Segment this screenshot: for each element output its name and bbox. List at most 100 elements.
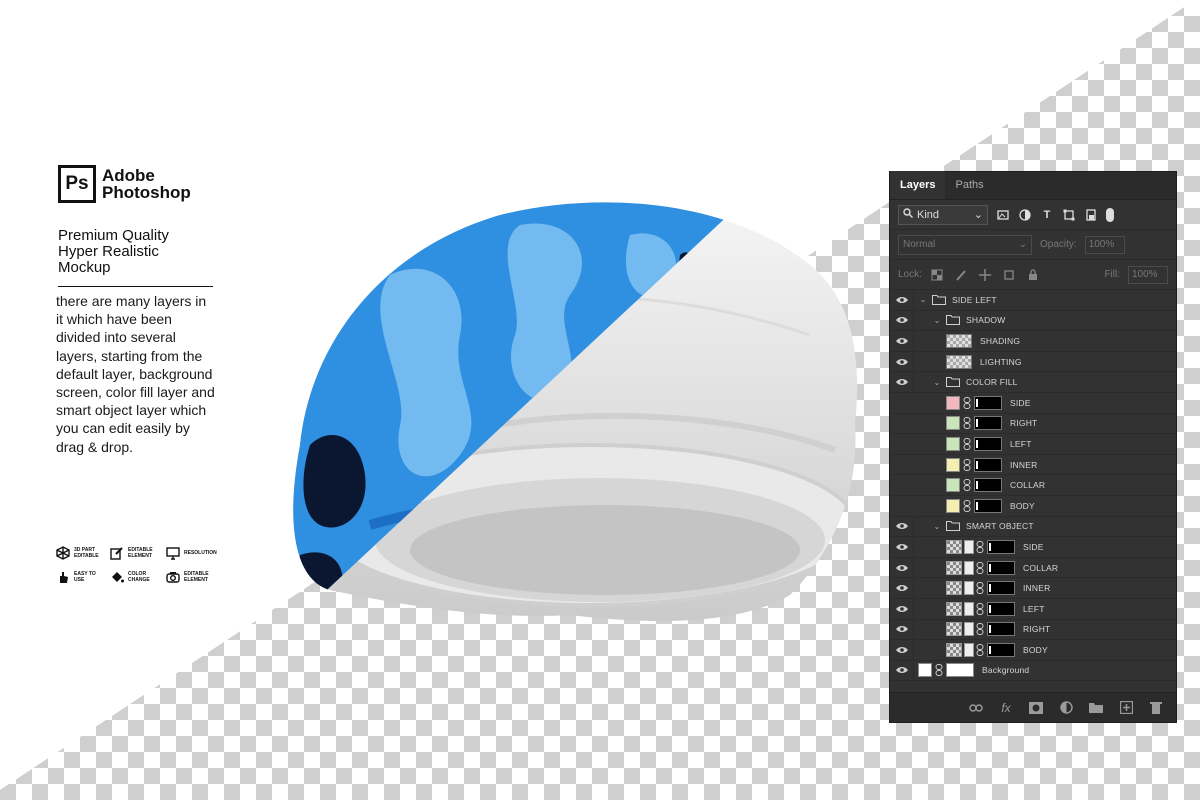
layer-name: COLLAR [1010, 480, 1046, 491]
visibility-eye-icon[interactable] [890, 619, 914, 640]
layer-mask-thumbnail [987, 560, 1015, 575]
search-icon [903, 208, 913, 221]
mask-icon[interactable] [1028, 700, 1044, 716]
filter-toggle[interactable] [1106, 207, 1114, 222]
shape-filter-icon[interactable] [1062, 208, 1076, 222]
layer-row[interactable]: RIGHT [890, 414, 1176, 435]
tagline-line: Mockup [58, 259, 111, 276]
link-icon [976, 540, 984, 553]
layer-name: RIGHT [1010, 418, 1038, 429]
type-filter-icon[interactable]: T [1040, 208, 1054, 222]
visibility-eye-icon[interactable] [890, 536, 914, 557]
layer-row[interactable]: BODY [890, 639, 1176, 661]
layer-row[interactable]: ⌄ COLOR FILL [890, 372, 1176, 393]
layer-name: LEFT [1023, 603, 1045, 614]
visibility-eye-icon[interactable] [890, 578, 914, 599]
layer-row[interactable]: COLLAR [890, 557, 1176, 579]
color-fill-swatch[interactable] [946, 478, 960, 493]
opacity-input[interactable]: 100% [1084, 235, 1125, 254]
expand-caret-icon[interactable]: ⌄ [918, 295, 928, 304]
link-icon [963, 437, 971, 450]
visibility-eye-icon[interactable] [890, 330, 914, 351]
beret-mockup-image [293, 202, 858, 621]
expand-caret-icon[interactable]: ⌄ [932, 522, 942, 531]
layer-list: ⌄ SIDE LEFT ⌄ SHADOW SHADING LIGHTING ⌄ COLOR F… [890, 289, 1176, 682]
new-layer-icon[interactable] [1118, 700, 1134, 716]
layer-row[interactable]: SIDE [890, 393, 1176, 414]
expand-caret-icon[interactable]: ⌄ [932, 378, 942, 387]
fx-icon[interactable]: fx [998, 700, 1014, 716]
layer-row[interactable]: LEFT [890, 598, 1176, 620]
brand: Ps Adobe Photoshop [58, 165, 191, 203]
folder-icon [946, 521, 960, 532]
visibility-eye-icon[interactable] [890, 310, 914, 331]
visibility-eye-icon[interactable] [890, 289, 914, 310]
color-fill-swatch[interactable] [946, 395, 960, 410]
layer-row[interactable]: RIGHT [890, 619, 1176, 641]
layer-name: INNER [1010, 459, 1038, 470]
link-icon [963, 396, 971, 409]
layer-name: INNER [1023, 583, 1051, 594]
color-fill-swatch[interactable] [946, 498, 960, 513]
layer-row[interactable]: SHADING [890, 330, 1176, 352]
lock-artboard-icon[interactable] [1002, 268, 1016, 282]
layer-row[interactable]: COLLAR [890, 475, 1176, 496]
feature-item: COLOR CHANGE [110, 570, 166, 584]
trash-icon[interactable] [1148, 700, 1164, 716]
smart-object-thumbnail [946, 581, 962, 596]
visibility-eye-icon[interactable] [890, 639, 914, 660]
link-icon[interactable] [968, 700, 984, 716]
color-fill-swatch[interactable] [946, 436, 960, 451]
visibility-eye-icon[interactable] [890, 598, 914, 619]
tab-layers[interactable]: Layers [890, 171, 946, 199]
color-fill-swatch[interactable] [946, 457, 960, 472]
layer-row[interactable]: LIGHTING [890, 351, 1176, 373]
fill-label: Fill: [1104, 269, 1120, 280]
layer-row[interactable]: ⌄ SMART OBJECT [890, 516, 1176, 538]
layer-name: LEFT [1010, 438, 1032, 449]
expand-caret-icon[interactable]: ⌄ [932, 316, 942, 325]
adjustment-filter-icon[interactable] [1018, 208, 1032, 222]
chevron-down-icon: ⌄ [973, 209, 983, 221]
layer-row[interactable]: INNER [890, 455, 1176, 476]
smart-object-thumbnail [946, 560, 962, 575]
feature-label: EDITABLE ELEMENT [184, 571, 209, 583]
visibility-eye-icon[interactable] [890, 660, 914, 681]
lock-brush-icon[interactable] [954, 268, 968, 282]
layer-name: SIDE LEFT [952, 294, 997, 305]
layer-row[interactable]: LEFT [890, 434, 1176, 455]
layer-mask-thumbnail [987, 539, 1015, 554]
color-fill-swatch[interactable] [946, 416, 960, 431]
blend-mode-dropdown[interactable]: Normal ⌄ [898, 234, 1032, 255]
visibility-eye-icon[interactable] [890, 557, 914, 578]
layer-mask-thumbnail [974, 416, 1002, 431]
layer-row[interactable]: Background [890, 660, 1176, 682]
lock-move-icon[interactable] [978, 268, 992, 282]
visibility-eye-icon[interactable] [890, 516, 914, 537]
adjustment-icon[interactable] [1058, 700, 1074, 716]
kind-filter-dropdown[interactable]: Kind ⌄ [898, 204, 988, 225]
link-icon [963, 458, 971, 471]
layer-row[interactable]: INNER [890, 578, 1176, 599]
visibility-eye-icon[interactable] [890, 351, 914, 372]
layer-row[interactable]: ⌄ SHADOW [890, 310, 1176, 332]
layer-name: SHADOW [966, 315, 1006, 326]
layer-row[interactable]: ⌄ SIDE LEFT [890, 289, 1176, 311]
tab-paths[interactable]: Paths [945, 171, 993, 199]
layer-row[interactable]: SIDE [890, 536, 1176, 558]
folder-icon[interactable] [1088, 700, 1104, 716]
tagline-line: Hyper Realistic [58, 243, 159, 260]
visibility-eye-icon[interactable] [890, 372, 914, 393]
smart-object-filter-icon[interactable] [1084, 208, 1098, 222]
layer-name: BODY [1010, 500, 1035, 511]
lock-icons [930, 268, 1040, 282]
layer-mask-thumbnail [974, 478, 1002, 493]
smart-object-badge-icon [964, 539, 974, 554]
lock-transparency-icon[interactable] [930, 268, 944, 282]
layer-row[interactable]: BODY [890, 496, 1176, 517]
lock-all-icon[interactable] [1026, 268, 1040, 282]
layer-name: BODY [1023, 644, 1048, 655]
fill-input[interactable]: 100% [1128, 265, 1168, 284]
pixel-filter-icon[interactable] [996, 208, 1010, 222]
layer-name: Background [982, 665, 1030, 676]
